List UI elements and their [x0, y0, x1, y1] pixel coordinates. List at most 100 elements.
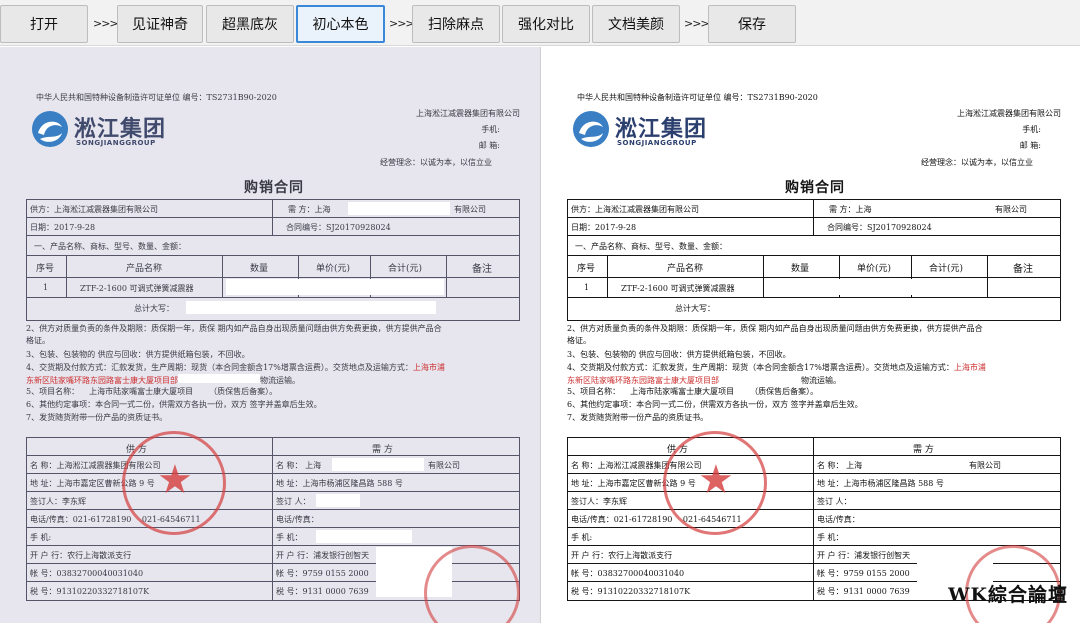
processed-preview-pane: 中华人民共和国特种设备制造许可证单位 编号：TS2731B90-2020 淞江集… [540, 47, 1080, 623]
step-arrow: >>> [389, 17, 415, 30]
col-total: 合计(元) [388, 264, 423, 274]
license-line: 中华人民共和国特种设备制造许可证单位 编号：TS2731B90-2020 [36, 93, 277, 102]
clause-2a: 2、供方对质量负责的条件及期限：质保期一年，质保 期内如产品自身出现质量问题由供… [567, 324, 983, 333]
clause-6: 6、其他约定事项：本合同一式二份，供需双方各执一份，双方 签字并盖章后生效。 [567, 400, 863, 409]
col-total: 合计(元) [929, 264, 964, 274]
col-remark: 备注 [472, 264, 492, 275]
logo-english-text: SONGJIANGGROUP [76, 139, 156, 147]
supplier-signer: 签订人：李东辉 [30, 497, 86, 506]
original-preview-pane: 中华人民共和国特种设备制造许可证单位 编号：TS2731B90-2020 淞江集… [0, 47, 540, 623]
buyer-tax-id: 税 号：9131 0000 7639 [817, 587, 910, 596]
logo-swirl-icon [573, 111, 609, 147]
buyer-name-suffix: 有限公司 [428, 461, 460, 470]
buyer-name-suffix: 有限公司 [969, 461, 1001, 470]
buyer-phone: 电话/传真： [817, 515, 860, 524]
date-line: 日期：2017-9-28 [30, 223, 96, 232]
clause-4b: 东新区陆家嘴环路东园路富士康大厦项目部 物流运输。 [26, 374, 300, 385]
supplier-bank: 开 户 行：农行上海散派支行 [30, 551, 132, 560]
header-phone: 手机: [481, 125, 500, 134]
header-email: 邮 箱: [478, 141, 500, 150]
toolbar: 打开 >>> 见证神奇 超黑底灰 初心本色 >>> 扫除麻点 强化对比 文档美颜… [0, 0, 1080, 46]
open-button[interactable]: 打开 [0, 5, 88, 43]
supplier-line: 供方：上海淞江减震器集团有限公司 [30, 205, 158, 214]
buyer-bank: 开 户 行：浦发银行创智天 [817, 551, 911, 560]
clause-6: 6、其他约定事项：本合同一式二份，供需双方各执一份，双方 签字并盖章后生效。 [26, 400, 322, 409]
clause-4b: 东新区陆家嘴环路东园路富士康大厦项目部 物流运输。 [567, 374, 841, 385]
original-color-button[interactable]: 初心本色 [296, 5, 385, 43]
witness-magic-button[interactable]: 见证神奇 [117, 5, 203, 43]
row-no: 1 [43, 283, 49, 292]
step-arrow: >>> [93, 17, 119, 30]
supplier-mobile: 手 机: [571, 533, 593, 542]
logo-swirl-icon [32, 111, 68, 147]
supplier-account: 帐 号：03832700040031040 [571, 569, 685, 578]
buyer-line: 需 方：上海 [288, 205, 331, 214]
license-line: 中华人民共和国特种设备制造许可证单位 编号：TS2731B90-2020 [577, 93, 818, 102]
header-email: 邮 箱: [1019, 141, 1041, 150]
supplier-bank: 开 户 行：农行上海散派支行 [571, 551, 673, 560]
contract-title: 购销合同 [244, 180, 304, 196]
buyer-bank: 开 户 行：浦发银行创智天 [276, 551, 370, 560]
contract-number: 合同编号：SJ20170928024 [286, 223, 391, 232]
company-logo: 淞江集团 SONGJIANGGROUP [30, 109, 180, 151]
contract-number: 合同编号：SJ20170928024 [827, 223, 932, 232]
clause-5: 5、项目名称： 上海市陆家嘴富士康大厦项目 （质保售后备案）。 [26, 387, 278, 396]
row-product-name: ZTF-2-1600 可调式弹簧减震器 [80, 284, 194, 293]
buyer-address: 地 址：上海市杨浦区隆昌路 588 号 [276, 479, 403, 488]
forum-watermark: WK綜合論壇 [948, 584, 1068, 606]
clause-3: 3、包装、包装物的 供应与回收：供方提供纸箱包装，不回收。 [567, 350, 791, 359]
document-beautify-button[interactable]: 文档美颜 [592, 5, 680, 43]
buyer-signer: 签订 人： [276, 497, 311, 506]
col-no: 序号 [36, 264, 55, 274]
col-unit-price: 单价(元) [316, 264, 351, 274]
header-phone: 手机: [1022, 125, 1041, 134]
clause-2a: 2、供方对质量负责的条件及期限：质保期一年，质保 期内如产品自身出现质量问题由供… [26, 324, 442, 333]
section-products: 一、产品名称、商标、型号、数量、金额： [575, 242, 727, 251]
header-motto: 经营理念：以诚为本，以信立业 [380, 158, 492, 167]
col-quantity: 数量 [791, 264, 810, 274]
contract-document: 中华人民共和国特种设备制造许可证单位 编号：TS2731B90-2020 淞江集… [567, 47, 1063, 623]
company-seal-icon: ★ [122, 431, 226, 535]
save-button[interactable]: 保存 [708, 5, 796, 43]
logo-english-text: SONGJIANGGROUP [617, 139, 697, 147]
buyer-name: 名 称： 上海 [817, 461, 863, 470]
supplier-line: 供方：上海淞江减震器集团有限公司 [571, 205, 699, 214]
col-remark: 备注 [1013, 264, 1033, 275]
supplier-mobile: 手 机: [30, 533, 52, 542]
col-product-name: 产品名称 [667, 264, 704, 274]
clause-5: 5、项目名称： 上海市陆家嘴富士康大厦项目 （质保售后备案）。 [567, 387, 819, 396]
clause-3: 3、包装、包装物的 供应与回收：供方提供纸箱包装，不回收。 [26, 350, 250, 359]
date-line: 日期：2017-9-28 [571, 223, 637, 232]
buyer-header: 需 方 [372, 445, 393, 455]
col-product-name: 产品名称 [126, 264, 163, 274]
buyer-header: 需 方 [913, 445, 934, 455]
enhance-contrast-button[interactable]: 强化对比 [502, 5, 590, 43]
clause-2b: 格证。 [567, 336, 591, 345]
col-quantity: 数量 [250, 264, 269, 274]
company-logo: 淞江集团 SONGJIANGGROUP [571, 109, 721, 151]
company-seal-icon: ★ [663, 431, 767, 535]
clause-7: 7、发货随货附带一份产品的资质证书。 [567, 413, 709, 422]
total-in-words: 总计大写： [134, 304, 174, 313]
supplier-tax-id: 税 号：91310220332718107K [571, 587, 691, 596]
clause-4a: 4、交货期及付款方式：汇款发货，生产周期：现货（本合同金额含17%增票含运费）。… [26, 363, 445, 372]
buyer-suffix: 有限公司 [454, 205, 486, 214]
buyer-mobile: 手 机： [276, 533, 303, 542]
clause-4a: 4、交货期及付款方式：汇款发货，生产周期：现货（本合同金额含17%增票含运费）。… [567, 363, 986, 372]
supplier-signer: 签订人：李东辉 [571, 497, 627, 506]
remove-spots-button[interactable]: 扫除麻点 [412, 5, 500, 43]
contract-title: 购销合同 [785, 180, 845, 196]
buyer-signer: 签订 人： [817, 497, 852, 506]
buyer-account: 帐 号：9759 0155 2000 [817, 569, 910, 578]
super-black-gray-button[interactable]: 超黑底灰 [206, 5, 294, 43]
buyer-name: 名 称： 上海 [276, 461, 322, 470]
row-no: 1 [584, 283, 590, 292]
col-no: 序号 [577, 264, 596, 274]
buyer-suffix: 有限公司 [995, 205, 1027, 214]
contract-document: 中华人民共和国特种设备制造许可证单位 编号：TS2731B90-2020 淞江集… [26, 47, 522, 623]
supplier-account: 帐 号：03832700040031040 [30, 569, 144, 578]
supplier-tax-id: 税 号：91310220332718107K [30, 587, 150, 596]
buyer-line: 需 方：上海 [829, 205, 872, 214]
buyer-phone: 电话/传真： [276, 515, 319, 524]
header-company: 上海淞江减震器集团有限公司 [416, 109, 520, 118]
